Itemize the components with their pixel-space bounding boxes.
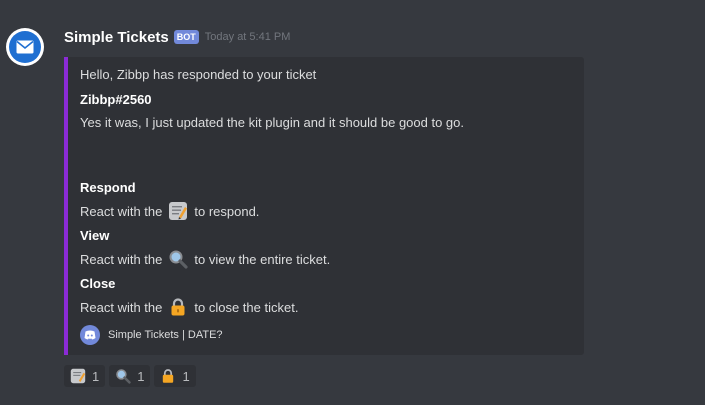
field-name-view: View [80, 228, 110, 243]
memo-icon [167, 200, 189, 222]
field-value-respond: React with the to respond. [80, 200, 259, 222]
discord-icon [80, 325, 100, 345]
embed-footer: Simple Tickets | DATE? [80, 325, 223, 345]
ticket-embed: Hello, Zibbp has responded to your ticke… [64, 57, 584, 355]
magnifier-icon [115, 368, 131, 384]
reactions-bar: 1 1 1 [64, 365, 200, 387]
magnifier-icon [167, 248, 189, 270]
field-value-prefix: React with the [80, 203, 163, 219]
footer-text: Simple Tickets | DATE? [108, 329, 223, 341]
field-value-close: React with the to close the ticket. [80, 296, 298, 318]
reaction-lock[interactable]: 1 [154, 365, 196, 387]
field-value-suffix: to view the entire ticket. [194, 251, 331, 267]
bot-avatar[interactable] [6, 28, 44, 66]
embed-description: Hello, Zibbp has responded to your ticke… [80, 67, 317, 82]
envelope-icon [9, 31, 41, 63]
timestamp: Today at 5:41 PM [204, 31, 291, 43]
chat-message: Simple Tickets BOT Today at 5:41 PM Hell… [0, 0, 705, 405]
reaction-magnifier[interactable]: 1 [109, 365, 151, 387]
reaction-memo[interactable]: 1 [64, 365, 106, 387]
reaction-count: 1 [182, 368, 190, 384]
reaction-count: 1 [92, 368, 100, 384]
lock-icon [167, 296, 189, 318]
field-name-close: Close [80, 276, 116, 291]
field-value-view: React with the to view the entire ticket… [80, 248, 330, 270]
field-value-suffix: to respond. [194, 203, 260, 219]
field-name-user: Zibbp#2560 [80, 92, 152, 107]
message-header: Simple Tickets BOT Today at 5:41 PM [64, 27, 290, 47]
field-value-prefix: React with the [80, 299, 163, 315]
bot-tag: BOT [173, 30, 199, 44]
reaction-count: 1 [137, 368, 145, 384]
memo-icon [70, 368, 86, 384]
field-name-respond: Respond [80, 180, 136, 195]
lock-icon [160, 368, 176, 384]
field-value-reply: Yes it was, I just updated the kit plugi… [80, 115, 465, 130]
field-value-suffix: to close the ticket. [194, 299, 299, 315]
username[interactable]: Simple Tickets [64, 29, 169, 46]
field-value-prefix: React with the [80, 251, 163, 267]
